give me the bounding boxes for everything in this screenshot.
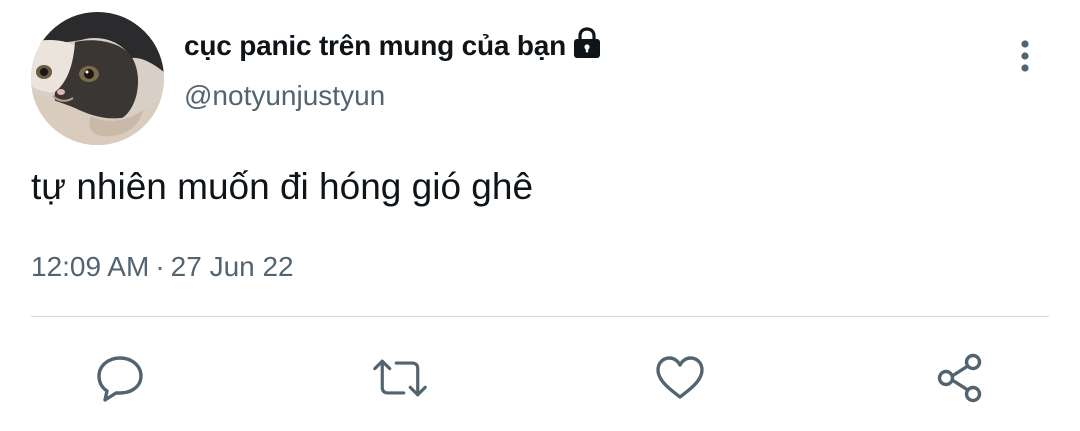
- avatar-image: [31, 12, 164, 145]
- share-button[interactable]: [932, 350, 988, 406]
- author-name-row: cục panic trên mung của bạn: [184, 26, 602, 66]
- tweet-date: 27 Jun 22: [170, 251, 294, 282]
- tweet-text: tự nhiên muốn đi hóng gió ghê: [31, 166, 534, 207]
- author-display-name[interactable]: cục panic trên mung của bạn: [184, 30, 566, 62]
- tweet-timestamp[interactable]: 12:09 AM · 27 Jun 22: [31, 251, 294, 283]
- speech-bubble-icon: [97, 356, 143, 402]
- tweet-card: cục panic trên mung của bạn @notyunjusty…: [0, 0, 1080, 431]
- tweet-time: 12:09 AM: [31, 251, 150, 282]
- author-handle[interactable]: @notyunjustyun: [184, 80, 385, 112]
- share-nodes-icon: [937, 353, 982, 403]
- like-button[interactable]: [652, 350, 708, 406]
- heart-icon: [656, 356, 704, 399]
- more-options-button[interactable]: [1005, 34, 1045, 78]
- reply-button[interactable]: [92, 350, 148, 406]
- retweet-arrows-icon: [373, 359, 427, 397]
- avatar[interactable]: [31, 12, 164, 145]
- timestamp-separator: ·: [155, 251, 165, 282]
- lock-icon: [572, 27, 602, 59]
- retweet-button[interactable]: [372, 350, 428, 406]
- divider: [31, 316, 1049, 317]
- more-vertical-icon: [1021, 40, 1029, 72]
